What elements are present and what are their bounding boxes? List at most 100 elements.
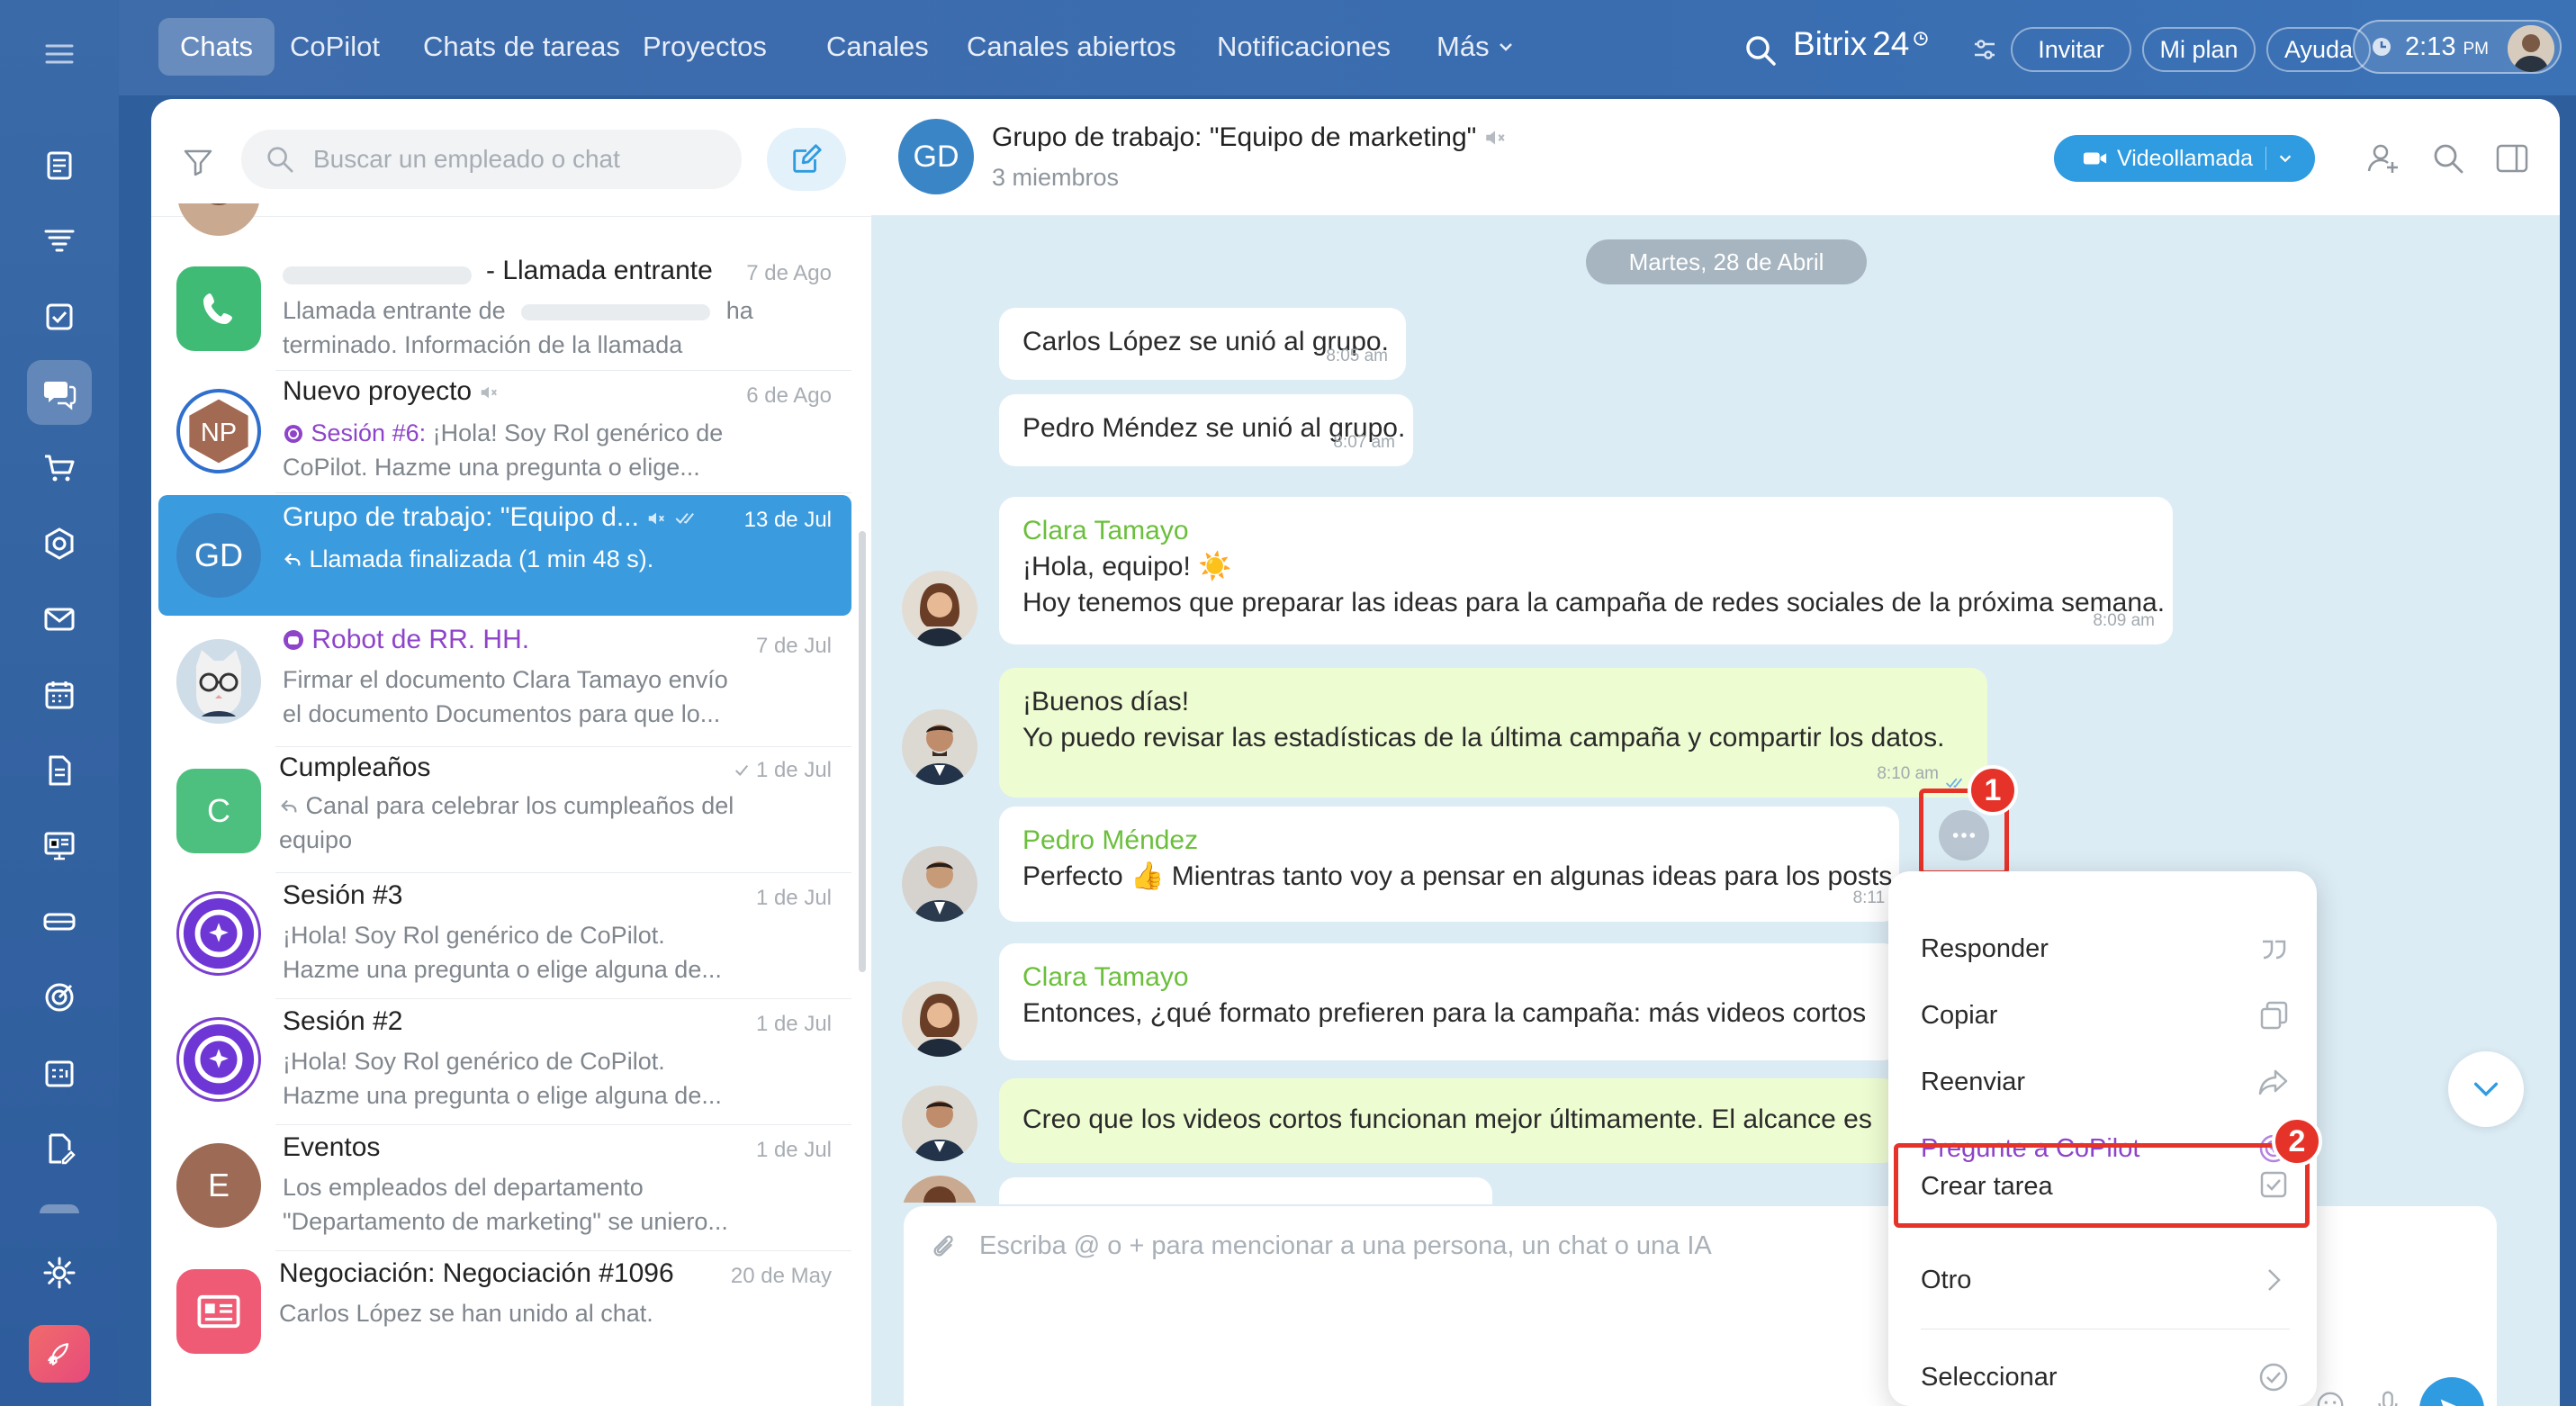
copilot-logo-icon [183, 897, 255, 969]
list-item-robot-rrhh[interactable]: Robot de RR. HH. 7 de Jul Firmar el docu… [158, 621, 851, 747]
tab-chats[interactable]: Chats [158, 18, 275, 76]
menu-item-crear-tarea[interactable]: Crear tarea [1921, 1158, 2290, 1215]
mail-icon[interactable] [27, 587, 92, 652]
avatar-pedro-mendez[interactable] [902, 846, 977, 922]
item-preview: ¡Hola! Soy Rol genérico de CoPilot. Hazm… [283, 918, 832, 987]
menu-icon[interactable] [27, 22, 92, 86]
paperclip-icon[interactable] [929, 1231, 959, 1262]
user-avatar[interactable] [2508, 25, 2554, 72]
my-plan-button[interactable]: Mi plan [2142, 27, 2256, 72]
menu-item-reenviar[interactable]: Reenviar [1921, 1055, 2290, 1109]
message-author: Clara Tamayo [1022, 516, 1189, 545]
chat-list-scrollbar[interactable] [859, 531, 866, 972]
menu-item-seleccionar[interactable]: Seleccionar [1921, 1350, 2290, 1404]
feed-icon[interactable] [27, 133, 92, 198]
system-message[interactable]: Pedro Méndez se unió al grupo. 8:07 am [999, 394, 1413, 466]
chat-avatar[interactable]: GD [898, 119, 974, 194]
item-title-text: Grupo de trabajo: "Equipo d... [283, 502, 639, 532]
list-item-incoming-call[interactable]: - Llamada entrante 7 de Ago Llamada entr… [158, 248, 851, 371]
preview-line2: terminado. Información de la llamada [283, 331, 683, 358]
filter-icon[interactable] [182, 146, 214, 178]
list-item-eventos[interactable]: E Eventos 1 de Jul Los empleados del dep… [158, 1125, 851, 1251]
message-menu-button[interactable] [1939, 810, 1989, 861]
chevron-down-icon[interactable] [2277, 150, 2293, 167]
item-title-text: Robot de RR. HH. [311, 625, 530, 654]
automation-icon[interactable] [27, 511, 92, 576]
avatar-clara-tamayo[interactable] [902, 571, 977, 646]
preview-line2: el documento Documentos para que lo... [283, 700, 721, 727]
send-button[interactable] [2419, 1377, 2484, 1406]
search-input[interactable]: Buscar un empleado o chat [241, 130, 742, 189]
menu-item-responder[interactable]: Responder [1921, 922, 2290, 976]
invite-button[interactable]: Invitar [2011, 27, 2131, 72]
tab-canales-abiertos[interactable]: Canales abiertos [945, 18, 1198, 76]
tab-copilot[interactable]: CoPilot [268, 18, 401, 76]
copilot-avatar [176, 891, 261, 976]
list-item-grupo-de-trabajo[interactable]: GD Grupo de trabajo: "Equipo d... 13 de … [158, 495, 851, 616]
menu-item-otro[interactable]: Otro [1921, 1253, 2290, 1307]
item-preview: Los empleados del departamento "Departam… [283, 1170, 832, 1239]
sign-document-icon[interactable] [27, 1116, 92, 1181]
system-message[interactable]: Carlos López se unió al grupo. 8:05 am [999, 308, 1406, 380]
list-item-cumpleanos[interactable]: C Cumpleaños 1 de Jul Canal para celebra… [158, 747, 851, 873]
chevron-down-icon [2473, 1082, 2499, 1097]
search-icon[interactable] [2430, 140, 2466, 176]
list-item-sesion-2[interactable]: Sesión #2 1 de Jul ¡Hola! Soy Rol genéri… [158, 999, 851, 1125]
preview-line2: equipo [279, 826, 353, 853]
chat-title[interactable]: Grupo de trabajo: "Equipo de marketing" [992, 122, 1507, 153]
preview-line1: Los empleados del departamento [283, 1174, 644, 1201]
settings-gear-icon[interactable] [27, 1240, 92, 1305]
shop-cart-icon[interactable] [27, 436, 92, 500]
avatar-partial [902, 1176, 977, 1203]
crm-funnel-icon[interactable] [27, 209, 92, 274]
clock-period: PM [2463, 40, 2489, 59]
calendar-icon[interactable] [27, 662, 92, 727]
add-user-icon[interactable] [2365, 140, 2401, 176]
avatar-own-user[interactable] [902, 709, 977, 785]
list-item-sesion-3[interactable]: Sesión #3 1 de Jul ¡Hola! Soy Rol genéri… [158, 873, 851, 999]
list-item-nuevo-proyecto[interactable]: NP Nuevo proyecto 6 de Ago Sesión #6: ¡H… [158, 371, 851, 493]
new-chat-button[interactable] [767, 128, 846, 191]
message-context-menu: Responder Copiar Reenviar Pregunte a CoP… [1888, 871, 2322, 1406]
tab-canales[interactable]: Canales [805, 18, 950, 76]
project-avatar: NP [176, 389, 261, 473]
sidebar-toggle-icon[interactable] [2495, 142, 2529, 175]
messenger-icon[interactable] [27, 360, 92, 425]
message-time: 8:05 am [1326, 347, 1388, 365]
avatar-own-user[interactable] [902, 1086, 977, 1161]
tab-notificaciones[interactable]: Notificaciones [1195, 18, 1412, 76]
search-icon[interactable] [1743, 32, 1779, 68]
chat-members-count[interactable]: 3 miembros [992, 164, 1119, 192]
avatar-clara-tamayo[interactable] [902, 981, 977, 1057]
muted-icon [649, 512, 665, 525]
copilot-avatar [176, 1017, 261, 1102]
list-item-negociacion[interactable]: Negociación: Negociación #1096 20 de May… [158, 1251, 851, 1377]
tasks-icon[interactable] [27, 284, 92, 349]
message-pedro[interactable]: Pedro Méndez Perfecto 👍 Mientras tanto v… [999, 807, 1899, 922]
tab-chats-de-tareas[interactable]: Chats de tareas [401, 18, 642, 76]
scroll-down-button[interactable] [2448, 1051, 2524, 1127]
schedule-icon[interactable] [27, 1041, 92, 1105]
left-rail [0, 0, 119, 1406]
work-time-clock[interactable]: 2:13 PM [2353, 20, 2562, 74]
quote-icon [2263, 940, 2286, 960]
documents-icon[interactable] [27, 738, 92, 803]
message-clara-1[interactable]: Clara Tamayo ¡Hola, equipo! ☀️ Hoy tenem… [999, 497, 2173, 644]
message-own[interactable]: ¡Buenos días! Yo puedo revisar las estad… [999, 668, 1987, 798]
tab-proyectos[interactable]: Proyectos [621, 18, 788, 76]
video-call-button[interactable]: Videollamada [2054, 135, 2315, 182]
storage-icon[interactable] [27, 889, 92, 954]
sites-icon[interactable] [27, 814, 92, 879]
microphone-icon[interactable] [2373, 1388, 2403, 1406]
message-own-2[interactable]: Creo que los videos cortos funcionan mej… [999, 1078, 1899, 1163]
tab-mas[interactable]: Más [1415, 18, 1536, 76]
emoji-icon[interactable] [2315, 1390, 2346, 1406]
menu-item-copiar[interactable]: Copiar [1921, 988, 2290, 1042]
item-date: 6 de Ago [746, 383, 832, 408]
message-clara-2[interactable]: Clara Tamayo Entonces, ¿qué formato pref… [999, 943, 1899, 1060]
goals-icon[interactable] [27, 965, 92, 1030]
step-badge-1: 1 [1968, 765, 2018, 816]
message-input-placeholder: Escriba @ o + para mencionar a una perso… [979, 1231, 1712, 1260]
rocket-icon[interactable] [29, 1325, 90, 1383]
sliders-icon[interactable] [1971, 36, 1998, 63]
